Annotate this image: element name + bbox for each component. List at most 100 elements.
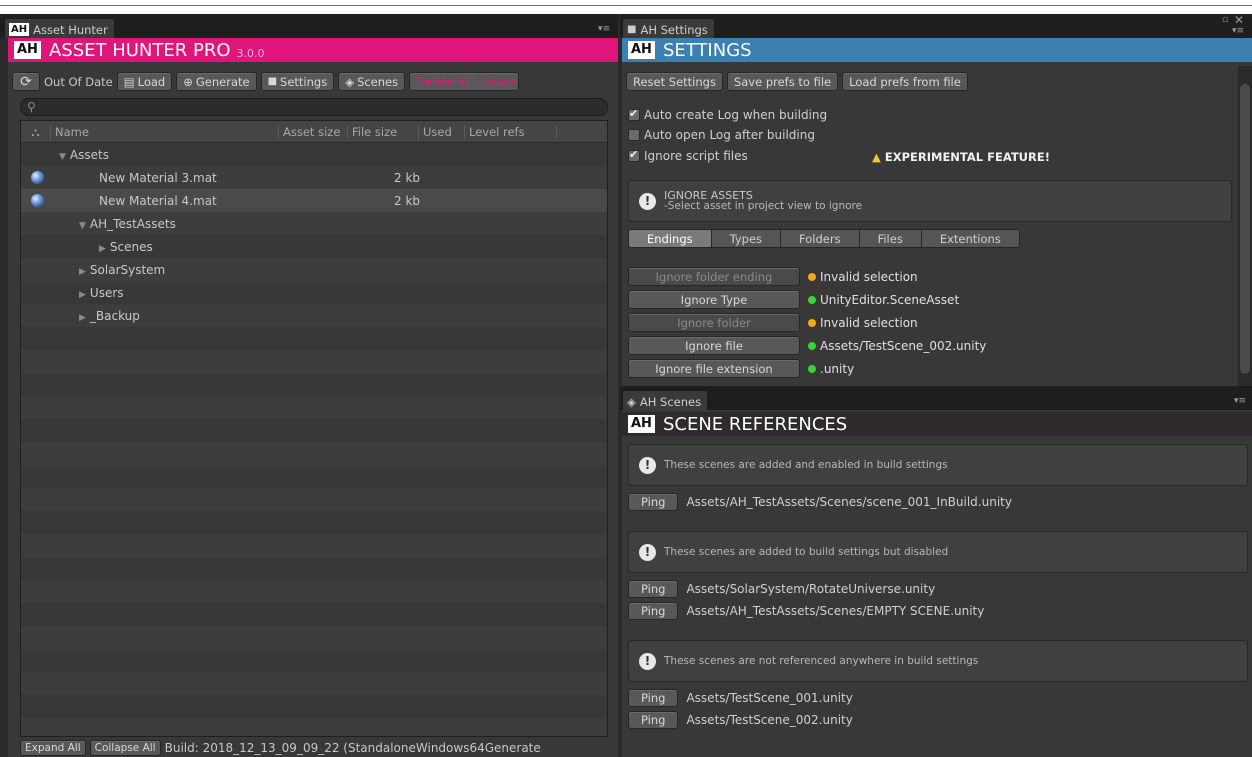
scenes-button[interactable]: ◈ Scenes <box>338 72 406 91</box>
tab-asset-hunter[interactable]: AH Asset Hunter <box>4 18 115 38</box>
ignore-status: Invalid selection <box>808 316 918 330</box>
ignore-status: Invalid selection <box>808 270 918 284</box>
tab-ah-scenes[interactable]: ◈ AH Scenes <box>622 390 709 410</box>
collapsed-arrow-icon[interactable]: ▶ <box>79 267 86 277</box>
tab-label: Asset Hunter <box>33 22 108 37</box>
scene-path: Assets/TestScene_002.unity <box>686 713 853 727</box>
close-icon[interactable]: ✕ <box>1234 13 1244 27</box>
experimental-warning: ▲ EXPERIMENTAL FEATURE! <box>872 150 1050 164</box>
status-invalid-icon <box>808 318 816 327</box>
ping-button[interactable]: Ping <box>628 602 679 620</box>
status-valid-icon <box>808 364 816 373</box>
ignore-status: .unity <box>808 362 854 376</box>
collapsed-arrow-icon[interactable]: ▶ <box>79 290 86 300</box>
tab-extentions[interactable]: Extentions <box>921 229 1020 248</box>
table-row <box>21 695 607 718</box>
row-label: AH_TestAssets <box>89 216 176 231</box>
ping-button[interactable]: Ping <box>628 493 679 511</box>
settings-header: AH SETTINGS <box>622 38 1252 62</box>
reset-settings-button[interactable]: Reset Settings <box>626 72 723 91</box>
generate-button[interactable]: ⊕ Generate <box>176 72 257 91</box>
table-row[interactable]: ▶ Scenes <box>21 235 607 258</box>
tab-menu-icon[interactable]: ▾≡ <box>1232 26 1244 36</box>
row-label: New Material 3.mat <box>99 170 217 185</box>
table-row[interactable]: ▼ AH_TestAssets <box>21 212 607 235</box>
delete-all-unused-button[interactable]: Delete ALL unused <box>409 72 520 91</box>
ignore-row: Ignore folder Invalid selection <box>628 313 918 332</box>
sort-icon[interactable]: ⛬ <box>21 124 51 139</box>
table-row[interactable]: New Material 4.mat 2 kb <box>21 189 607 212</box>
ignore-script-files-checkbox[interactable]: Ignore script files <box>628 148 748 163</box>
settings-panel: AH SETTINGS Reset Settings Save prefs to… <box>622 38 1252 386</box>
auto-open-log-checkbox[interactable]: Auto open Log after building <box>628 128 815 142</box>
table-row[interactable]: ▶ _Backup <box>21 304 607 327</box>
asset-hunter-toolbar: ⟳ Out Of Date ▤ Load ⊕ Generate ■ Settin… <box>12 72 520 91</box>
table-row <box>21 442 607 465</box>
table-row[interactable]: New Material 3.mat 2 kb <box>21 166 607 189</box>
auto-create-log-checkbox[interactable]: Auto create Log when building <box>628 107 827 122</box>
settings-button[interactable]: ■ Settings <box>260 72 335 91</box>
ignore-action-button[interactable]: Ignore folder <box>628 313 800 332</box>
scrollbar-thumb[interactable] <box>1240 84 1250 374</box>
table-row <box>21 649 607 672</box>
status-text: Invalid selection <box>820 269 918 284</box>
scenes-tabstrip: ◈ AH Scenes ▾≡ <box>620 386 1252 410</box>
table-row[interactable]: ▶ Users <box>21 281 607 304</box>
scene-group-info: ! These scenes are not referenced anywher… <box>628 640 1248 682</box>
save-prefs-button[interactable]: Save prefs to file <box>726 72 839 91</box>
settings-scrollbar[interactable] <box>1238 66 1252 386</box>
info-icon: ! <box>639 192 656 210</box>
column-level-refs[interactable]: Level refs <box>465 124 557 139</box>
scene-path: Assets/AH_TestAssets/Scenes/EMPTY SCENE.… <box>686 604 985 618</box>
tab-folders[interactable]: Folders <box>781 229 860 248</box>
row-name: ▶ _Backup <box>21 309 140 323</box>
expanded-arrow-icon[interactable]: ▼ <box>59 152 66 162</box>
refresh-button[interactable]: ⟳ <box>12 72 40 91</box>
checkbox-icon <box>628 148 640 162</box>
tab-menu-icon[interactable]: ▾≡ <box>598 24 610 34</box>
ignore-action-button[interactable]: Ignore folder ending <box>628 267 800 286</box>
tab-types[interactable]: Types <box>711 229 782 248</box>
settings-toolbar: Reset Settings Save prefs to file Load p… <box>626 72 968 91</box>
column-used[interactable]: Used <box>419 124 465 139</box>
table-row <box>21 534 607 557</box>
asset-hunter-tabstrip: AH Asset Hunter ▾≡ <box>0 14 618 38</box>
ignore-action-button[interactable]: Ignore Type <box>628 290 800 309</box>
scene-group-info: ! These scenes are added and enabled in b… <box>628 444 1248 486</box>
tab-endings[interactable]: Endings <box>628 229 712 248</box>
expand-all-button[interactable]: Expand All <box>20 740 86 756</box>
row-label: _Backup <box>89 308 140 323</box>
load-prefs-button[interactable]: Load prefs from file <box>842 72 968 91</box>
ping-button[interactable]: Ping <box>628 580 679 598</box>
column-name[interactable]: Name <box>51 124 279 139</box>
tab-ah-settings[interactable]: ■ AH Settings <box>622 18 715 38</box>
tab-files[interactable]: Files <box>859 229 922 248</box>
collapsed-arrow-icon[interactable]: ▶ <box>99 244 106 254</box>
info-icon: ! <box>639 543 656 561</box>
column-asset-size[interactable]: Asset size <box>279 124 348 139</box>
collapse-all-button[interactable]: Collapse All <box>89 740 161 756</box>
maximize-icon[interactable]: ▫ <box>1222 15 1228 25</box>
settings-title: SETTINGS <box>662 39 752 61</box>
scene-group-message: These scenes are not referenced anywhere… <box>664 654 979 667</box>
column-file-size[interactable]: File size <box>348 124 419 139</box>
collapsed-arrow-icon[interactable]: ▶ <box>79 313 86 323</box>
status-text: Assets/TestScene_002.unity <box>820 338 987 353</box>
expanded-arrow-icon[interactable]: ▼ <box>79 221 86 231</box>
ping-button[interactable]: Ping <box>628 711 679 729</box>
scene-row: Ping Assets/AH_TestAssets/Scenes/EMPTY SC… <box>628 602 984 620</box>
table-row[interactable]: ▶ SolarSystem <box>21 258 607 281</box>
asset-hunter-bottombar: Expand All Collapse All Build: 2018_12_1… <box>20 740 618 756</box>
table-row <box>21 396 607 419</box>
row-label: Assets <box>69 147 109 162</box>
ignore-action-button[interactable]: Ignore file <box>628 336 800 355</box>
search-input[interactable]: ⚲ <box>20 98 608 116</box>
load-button[interactable]: ▤ Load <box>116 72 173 91</box>
table-row[interactable]: ▼ Assets <box>21 143 607 166</box>
ignore-action-button[interactable]: Ignore file extension <box>628 359 800 378</box>
generate-icon: ⊕ <box>183 74 193 89</box>
scene-row: Ping Assets/TestScene_001.unity <box>628 689 853 707</box>
scenes-icon: ◈ <box>627 394 636 409</box>
ping-button[interactable]: Ping <box>628 689 679 707</box>
tab-menu-icon[interactable]: ▾≡ <box>1234 396 1246 406</box>
